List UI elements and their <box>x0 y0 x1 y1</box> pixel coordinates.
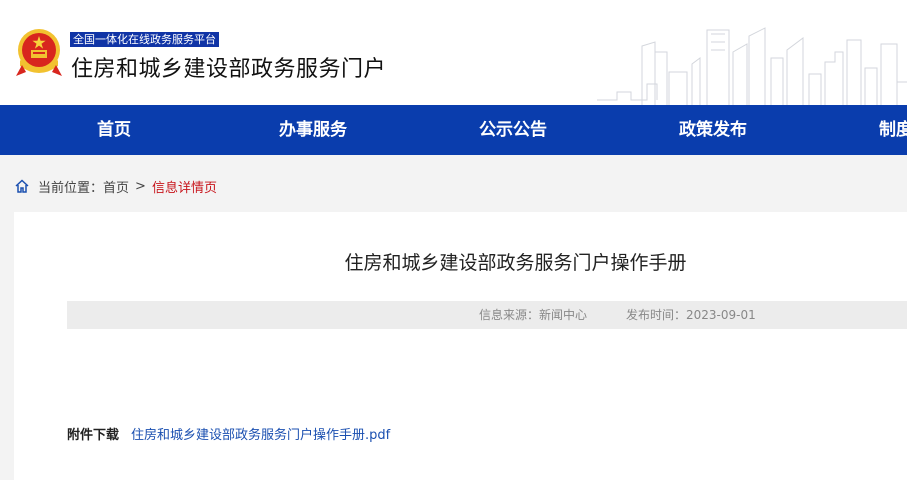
site-header: 全国一体化在线政务服务平台 住房和城乡建设部政务服务门户 <box>0 0 907 105</box>
national-emblem-icon <box>16 29 62 76</box>
attachment-row: 附件下载 住房和城乡建设部政务服务门户操作手册.pdf <box>67 424 390 443</box>
breadcrumb: 当前位置： 首页 > 信息详情页 <box>14 177 217 196</box>
home-icon[interactable] <box>14 178 30 194</box>
nav-item-announcements[interactable]: 公示公告 <box>479 105 547 155</box>
nav-item-regulations[interactable]: 制度 <box>879 105 907 155</box>
breadcrumb-current: 信息详情页 <box>151 180 217 196</box>
article-meta-bar: 信息来源：新闻中心 发布时间：2023-09-01 <box>67 301 907 329</box>
article-title: 住房和城乡建设部政务服务门户操作手册 <box>344 252 687 274</box>
platform-tag[interactable]: 全国一体化在线政务服务平台 <box>70 32 219 47</box>
site-title[interactable]: 住房和城乡建设部政务服务门户 <box>71 51 386 83</box>
attachment-download-link[interactable]: 住房和城乡建设部政务服务门户操作手册.pdf <box>131 424 390 443</box>
article-source: 信息来源：新闻中心 <box>479 308 588 322</box>
nav-item-policies[interactable]: 政策发布 <box>679 105 747 155</box>
breadcrumb-separator: > <box>135 178 146 194</box>
article-title-row: 住房和城乡建设部政务服务门户操作手册 <box>14 248 907 275</box>
skyline-illustration <box>597 27 907 105</box>
nav-item-home[interactable]: 首页 <box>97 105 131 155</box>
article-card: 住房和城乡建设部政务服务门户操作手册 信息来源：新闻中心 发布时间：2023-0… <box>14 212 907 480</box>
main-nav: 首页 办事服务 公示公告 政策发布 制度 <box>0 105 907 155</box>
nav-item-services[interactable]: 办事服务 <box>279 105 347 155</box>
breadcrumb-prefix: 当前位置： <box>38 180 104 196</box>
breadcrumb-home-link[interactable]: 首页 <box>103 177 129 196</box>
attachment-label: 附件下载 <box>67 428 120 443</box>
article-publish-date: 发布时间：2023-09-01 <box>626 308 756 322</box>
